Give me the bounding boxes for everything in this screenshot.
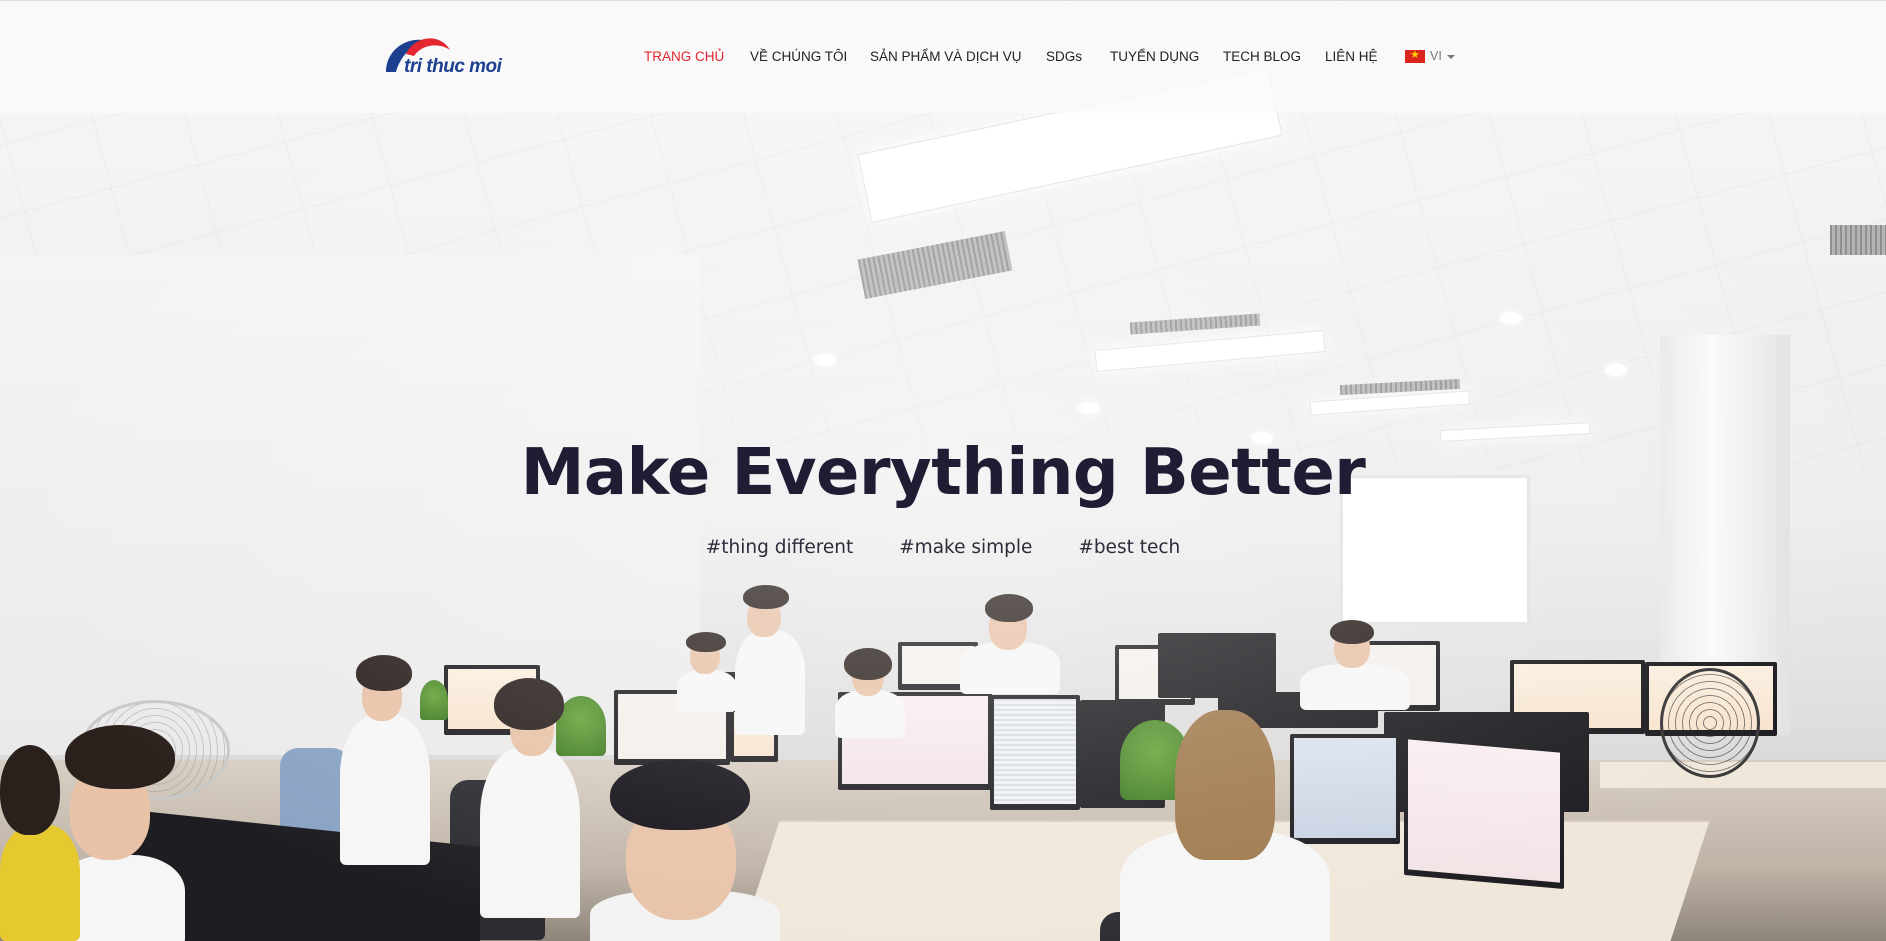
hashtag: #best tech <box>1078 537 1181 558</box>
nav-item-ve-chung-toi[interactable]: VỀ CHÚNG TÔI <box>750 49 847 64</box>
company-logo[interactable]: tri thuc moi <box>384 34 504 80</box>
language-label: VI <box>1430 49 1442 63</box>
nav-item-trang-chu[interactable]: TRANG CHỦ <box>644 49 724 64</box>
logo-text: tri thuc moi <box>404 56 502 77</box>
nav-item-sdgs[interactable]: SDGs <box>1046 49 1082 64</box>
nav-item-lien-he[interactable]: LIÊN HỆ <box>1325 49 1378 64</box>
site-header: tri thuc moi TRANG CHỦ VỀ CHÚNG TÔI SẢN … <box>0 0 1886 113</box>
nav-item-tech-blog[interactable]: TECH BLOG <box>1223 49 1301 64</box>
chevron-down-icon <box>1446 54 1455 59</box>
language-selector[interactable]: VI <box>1405 48 1455 63</box>
nav-item-tuyen-dung[interactable]: TUYỂN DỤNG <box>1110 49 1199 64</box>
nav-item-san-pham-va-dich-vu[interactable]: SẢN PHẨM VÀ DỊCH VỤ <box>870 49 1022 64</box>
hero-hashtags: #thing different #make simple #best tech <box>0 537 1886 558</box>
hero-title: Make Everything Better <box>520 436 1366 510</box>
hashtag: #thing different <box>705 537 854 558</box>
hashtag: #make simple <box>899 537 1033 558</box>
vietnam-flag-icon <box>1405 48 1425 63</box>
